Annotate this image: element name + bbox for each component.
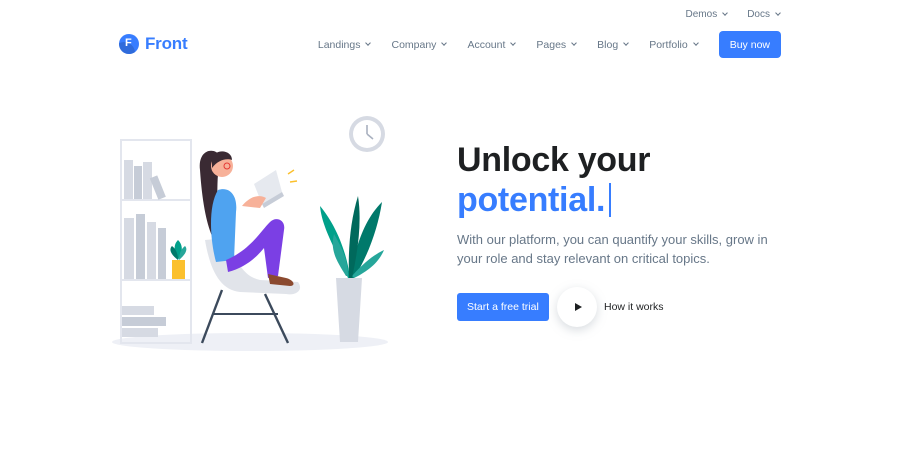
nav-item-landings[interactable]: Landings xyxy=(317,38,372,51)
potted-plant xyxy=(320,196,384,342)
chevron-down-icon xyxy=(365,40,372,46)
hero-illustration xyxy=(112,116,388,351)
logo-letter: F xyxy=(125,37,132,49)
nav-item-account[interactable]: Account xyxy=(467,38,517,51)
play-icon xyxy=(574,303,582,311)
hero-subtitle: With our platform, you can quantify your… xyxy=(457,232,768,266)
docs-label: Docs xyxy=(747,9,770,20)
typing-caret xyxy=(609,183,612,217)
nav-item-label: Company xyxy=(391,38,437,51)
chevron-down-icon xyxy=(441,40,448,46)
clock-icon xyxy=(349,116,385,152)
hero-title: Unlock your potential. xyxy=(457,140,650,220)
nav-item-label: Blog xyxy=(597,38,619,51)
hero-title-line1: Unlock your xyxy=(457,141,651,179)
chevron-down-icon xyxy=(623,40,630,46)
nav-item-label: Portfolio xyxy=(649,38,688,51)
logo-text: Front xyxy=(145,34,188,53)
chevron-down-icon xyxy=(722,10,729,16)
hero-title-line2: potential. xyxy=(457,181,606,219)
buy-now-button[interactable]: Buy now xyxy=(718,31,781,58)
front-logo-icon: F xyxy=(119,34,139,54)
nav-item-label: Account xyxy=(467,38,506,51)
demos-dropdown[interactable]: Demos xyxy=(685,9,729,20)
chevron-down-icon xyxy=(510,40,517,46)
chevron-down-icon xyxy=(571,40,578,46)
nav-item-portfolio[interactable]: Portfolio xyxy=(649,38,699,51)
nav-item-pages[interactable]: Pages xyxy=(536,38,578,51)
chevron-down-icon xyxy=(692,40,699,46)
how-it-works-link[interactable]: How it works xyxy=(604,301,664,313)
play-video-button[interactable] xyxy=(557,287,597,327)
start-free-trial-button[interactable]: Start a free trial xyxy=(457,293,549,321)
top-utility-bar: Demos Docs xyxy=(685,9,781,20)
chevron-down-icon xyxy=(775,10,781,16)
main-nav: Landings Company Account Pages Blog Port… xyxy=(318,31,781,58)
brand-logo-link[interactable]: F Front xyxy=(119,34,188,54)
nav-item-company[interactable]: Company xyxy=(391,38,448,51)
nav-item-label: Pages xyxy=(536,38,567,51)
nav-item-label: Landings xyxy=(317,38,361,51)
hero-title-line2-wrap: potential. xyxy=(457,180,612,220)
docs-dropdown[interactable]: Docs xyxy=(747,9,781,20)
bookshelf xyxy=(120,139,192,344)
demos-label: Demos xyxy=(685,9,718,20)
nav-item-blog[interactable]: Blog xyxy=(597,38,630,51)
